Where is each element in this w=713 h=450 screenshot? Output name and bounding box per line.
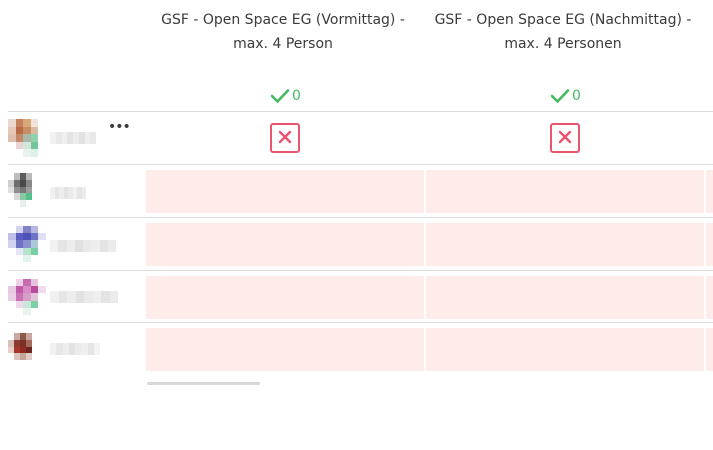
participant-name <box>50 343 100 355</box>
horizontal-scrollbar[interactable] <box>147 382 260 385</box>
column-header-vormittag: GSF - Open Space EG (Vormittag) - max. 4… <box>161 12 405 52</box>
participant-name <box>50 132 96 144</box>
more-options-button[interactable]: ••• <box>108 120 131 136</box>
empty-vote-cell <box>706 276 713 319</box>
empty-vote-cell <box>146 170 424 213</box>
yes-count-vormittag: 0 <box>270 86 301 106</box>
participant-name <box>50 240 116 252</box>
empty-vote-cell <box>706 328 713 371</box>
empty-vote-cell <box>426 223 704 266</box>
yes-count-value: 0 <box>572 88 581 104</box>
empty-vote-cell <box>146 223 424 266</box>
yes-count-nachmittag: 0 <box>550 86 581 106</box>
empty-vote-cell <box>706 170 713 213</box>
participant-name <box>50 291 118 303</box>
participant-row <box>8 217 713 270</box>
participant-row <box>8 164 713 217</box>
close-icon <box>558 129 572 148</box>
checkmark-icon <box>270 88 290 104</box>
empty-vote-cell <box>146 328 424 371</box>
participant-row <box>8 322 713 374</box>
avatar <box>8 279 46 315</box>
empty-vote-cell <box>426 170 704 213</box>
close-icon <box>278 129 292 148</box>
avatar <box>8 173 38 207</box>
checkmark-icon <box>550 88 570 104</box>
vote-toggle-vormittag[interactable] <box>270 123 300 153</box>
avatar <box>8 226 46 262</box>
empty-vote-cell <box>706 223 713 266</box>
yes-count-value: 0 <box>292 88 301 104</box>
avatar <box>8 119 46 157</box>
participant-row-current-user: ••• <box>8 111 713 164</box>
empty-vote-cell <box>146 276 424 319</box>
poll-results-table: GSF - Open Space EG (Vormittag) - max. 4… <box>0 0 713 450</box>
empty-vote-cell <box>426 328 704 371</box>
vote-toggle-nachmittag[interactable] <box>550 123 580 153</box>
empty-vote-cell <box>426 276 704 319</box>
participant-row <box>8 270 713 322</box>
participant-name <box>50 187 86 199</box>
avatar <box>8 333 38 367</box>
column-header-nachmittag: GSF - Open Space EG (Nachmittag) - max. … <box>434 12 692 52</box>
